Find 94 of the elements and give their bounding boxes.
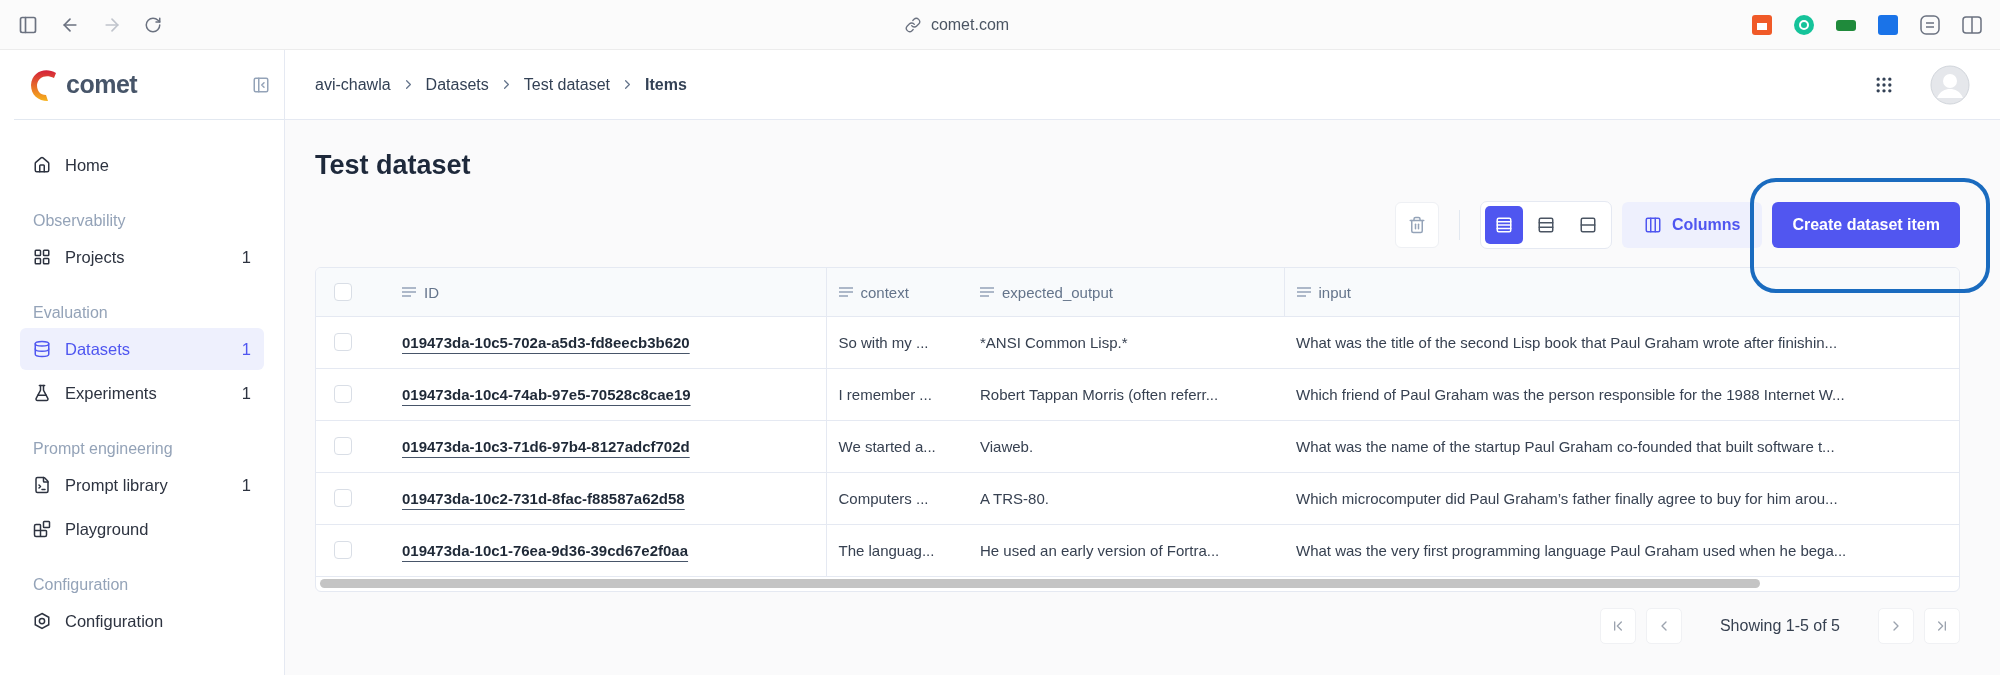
row-checkbox[interactable] [334,333,352,351]
last-page-button[interactable] [1924,607,1960,644]
table-cell: Computers ... [838,489,929,507]
nav-item[interactable]: Experiments 1 [20,372,264,414]
create-item-button[interactable]: Create dataset item [1772,202,1960,248]
extension-icon[interactable] [1878,14,1898,35]
nav-item[interactable]: Playground [20,508,264,550]
nav-label: Experiments [65,383,158,403]
breadcrumb-link[interactable]: Items [645,75,687,94]
item-id-link[interactable]: 019473da-10c1-76ea-9d36-39cd67e2f0aa [402,541,689,559]
extension-icon[interactable] [1794,14,1814,35]
column-header[interactable]: ID [424,283,439,301]
page-title: Test dataset [315,150,472,181]
row-checkbox[interactable] [334,541,352,559]
text-column-icon [1296,287,1311,297]
link-icon [904,16,921,33]
table-cell: We started a... [838,437,936,455]
breadcrumb-link[interactable]: avi-chawla [315,75,391,94]
nav-count: 1 [241,383,251,403]
first-page-button[interactable] [1599,607,1636,644]
nav-count: 1 [241,247,251,267]
nav-item[interactable]: Prompt library 1 [20,464,264,506]
row-checkbox[interactable] [334,489,352,507]
section-heading: Prompt engineering [33,439,174,459]
nav-icon [33,476,51,494]
reload-icon[interactable] [144,15,162,34]
collapse-sidebar-icon[interactable] [252,75,270,94]
text-column-icon [838,287,853,297]
nav-count: 1 [241,339,251,359]
table-cell: What was the name of the startup Paul Graham co-founded that built software t... [1296,437,1835,455]
table-cell: *ANSI Common Lisp.* [980,333,1128,351]
section-heading: Observability [33,211,127,231]
nav-item[interactable]: Home [20,144,264,186]
hexagon-icon [33,612,51,630]
table-cell: A TRS-80. [980,489,1049,507]
logo-text: comet [66,70,138,99]
item-id-link[interactable]: 019473da-10c3-71d6-97b4-8127adcf702d [402,437,690,455]
table-cell: Viaweb. [980,437,1034,455]
nav-item[interactable]: Datasets 1 [20,328,264,370]
address-text[interactable]: comet.com [930,15,1010,34]
trash-icon [1407,216,1426,234]
nav-icon [33,248,51,266]
section-heading: Evaluation [33,303,109,323]
nav-label: Projects [65,247,126,267]
nav-label: Prompt library [65,475,169,495]
nav-label: Playground [65,519,150,539]
column-header[interactable]: context [860,283,909,301]
pagination-status: Showing 1-5 of 5 [1719,616,1840,635]
table-cell: So with my ... [838,333,929,351]
rows-icon [1578,216,1597,234]
row-checkbox[interactable] [334,385,352,403]
nav-label: Home [65,155,110,175]
text-column-icon [402,287,416,297]
split-view-icon[interactable] [1962,14,1982,35]
table-cell: I remember ... [838,385,932,403]
nav-icon [33,156,51,174]
delete-button[interactable] [1394,202,1439,248]
horizontal-scrollbar[interactable] [320,579,1760,588]
item-id-link[interactable]: 019473da-10c4-74ab-97e5-70528c8cae19 [402,385,691,403]
table-cell: He used an early version of Fortra... [980,541,1220,559]
item-id-link[interactable]: 019473da-10c5-702a-a5d3-fd8eecb3b620 [402,333,690,351]
nav-label: Datasets [65,339,132,359]
columns-icon [1643,216,1662,234]
rows-icon [1536,216,1555,234]
extension-icon[interactable] [1920,14,1940,35]
breadcrumb-link[interactable]: Test dataset [523,75,610,94]
nav-label: Configuration [65,611,165,631]
rows-icon [1494,216,1513,234]
sidebar-toggle-icon[interactable] [18,14,38,35]
table-cell: Robert Tappan Morris (often referr... [980,385,1219,403]
avatar-icon[interactable] [1930,64,1970,105]
breadcrumb-link[interactable]: Datasets [425,75,489,94]
column-header[interactable]: expected_output [1002,283,1113,301]
row-density-button[interactable] [1484,206,1523,244]
table-cell: What was the very first programming language Paul Graham used when he bega... [1296,541,1847,559]
select-all-checkbox[interactable] [334,282,352,301]
text-column-icon [980,287,994,297]
table-cell: Which microcomputer did Paul Graham’s father finally agree to buy for him arou... [1296,489,1838,507]
section-heading: Configuration [33,575,130,595]
extension-icon[interactable] [1752,14,1772,35]
nav-count: 1 [241,475,251,495]
item-id-link[interactable]: 019473da-10c2-731d-8fac-f88587a62d58 [402,489,685,507]
nav-icon [33,520,51,538]
columns-button[interactable]: Columns [1621,202,1763,248]
row-checkbox[interactable] [334,437,352,455]
table-cell: Which friend of Paul Graham was the person responsible for the 1988 Internet W... [1296,385,1845,403]
column-header[interactable]: input [1318,283,1352,301]
table-cell: The languag... [838,541,935,559]
table-cell: What was the title of the second Lisp book that Paul Graham wrote after finishin... [1296,333,1838,351]
nav-icon [33,340,51,358]
next-page-button[interactable] [1878,607,1914,644]
nav-icon [33,384,51,402]
nav-item[interactable]: Projects 1 [20,236,264,278]
nav-item[interactable]: Configuration [20,600,264,642]
